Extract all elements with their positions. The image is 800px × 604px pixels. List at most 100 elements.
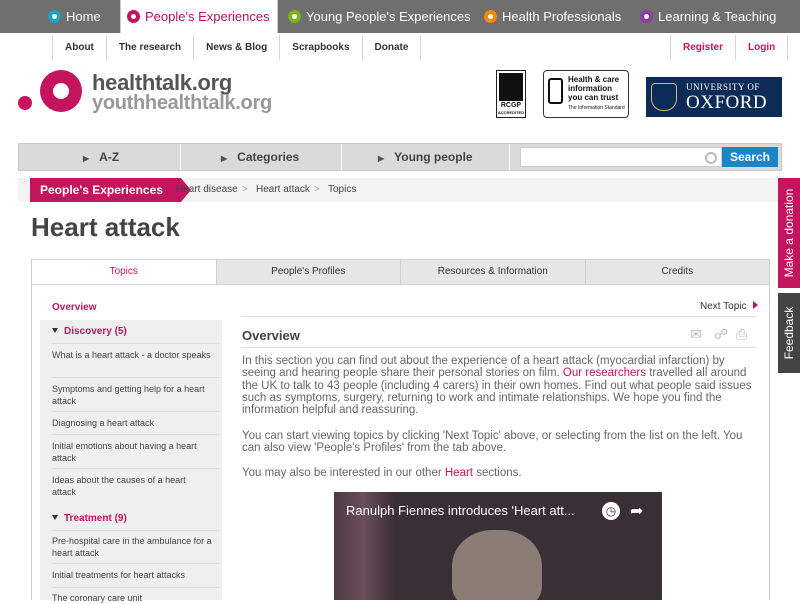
learning-teaching-dot-icon [640, 10, 653, 23]
print-icon[interactable]: ⎙ [736, 326, 747, 343]
divider [52, 343, 220, 344]
oxford-line1: UNIVERSITY OF [686, 82, 760, 92]
divider [242, 347, 756, 348]
sidebar-item-ideas-causes[interactable]: Ideas about the causes of a heart attack [52, 474, 212, 498]
oxford-crest-icon [651, 83, 677, 111]
tab-home[interactable]: Home [42, 0, 120, 33]
triangle-right-icon: ▶ [221, 154, 228, 163]
link-about[interactable]: About [52, 35, 107, 60]
top-navigation: Home People's Experiences Young People's… [0, 0, 800, 33]
divider [52, 468, 220, 469]
sidebar-item-pre-hospital-care[interactable]: Pre-hospital care in the ambulance for a… [52, 535, 212, 559]
sidebar-section-treatment[interactable]: Treatment (9) [52, 513, 127, 524]
browse-a-z[interactable]: ▶ A-Z [19, 144, 181, 170]
related-text-a: You may also be interested in our other [242, 467, 445, 479]
tab-health-professionals[interactable]: Health Professionals [478, 0, 630, 33]
breadcrumb-peoples-experiences[interactable]: People's Experiences [30, 178, 191, 202]
link-login[interactable]: Login [736, 35, 789, 60]
secondary-navigation: About The research News & Blog Scrapbook… [52, 35, 422, 60]
information-standard-sub-label: The Information Standard [568, 105, 625, 111]
link-news-blog[interactable]: News & Blog [194, 35, 281, 60]
video-player[interactable]: Ranulph Fiennes introduces 'Heart att...… [334, 492, 662, 600]
tab-credits[interactable]: Credits [586, 260, 770, 284]
related-text-b: sections. [473, 467, 522, 479]
tab-label: Health Professionals [502, 9, 622, 24]
topics-sidebar: Overview Discovery (5) What is a heart a… [40, 296, 232, 603]
information-standard-icon [548, 78, 563, 104]
next-topic-link[interactable]: Next Topic [700, 301, 758, 312]
link-scrapbooks[interactable]: Scrapbooks [280, 35, 363, 60]
information-standard-badge: Health & care information you can trust … [543, 70, 629, 118]
tab-peoples-profiles[interactable]: People's Profiles [217, 260, 401, 284]
video-thumbnail-person [452, 530, 542, 600]
sidebar-item-overview[interactable]: Overview [40, 296, 232, 320]
section-heading: Overview [242, 328, 300, 343]
make-a-donation-tab[interactable]: Make a donation [778, 178, 800, 288]
tab-topics[interactable]: Topics [32, 260, 217, 284]
tab-label: People's Experiences [145, 9, 270, 24]
browse-categories[interactable]: ▶ Categories [181, 144, 342, 170]
browse-young-people-label: Young people [394, 150, 473, 164]
divider [52, 411, 220, 412]
information-standard-label: Health & care information you can trust [568, 75, 620, 102]
triangle-right-icon: ▶ [378, 154, 385, 163]
share-tools: ✉ ☍ ⎙ [690, 326, 756, 344]
link-register[interactable]: Register [670, 35, 737, 60]
share-icon[interactable]: ☍ [714, 326, 728, 343]
email-icon[interactable]: ✉ [690, 326, 702, 343]
sidebar-item-diagnosing[interactable]: Diagnosing a heart attack [52, 417, 212, 429]
breadcrumb-separator-icon: > [242, 184, 248, 195]
link-the-research[interactable]: The research [107, 35, 195, 60]
divider [242, 316, 756, 317]
watch-later-clock-icon[interactable]: ◷ [602, 502, 620, 520]
sidebar-item-coronary-care-unit[interactable]: The coronary care unit [52, 592, 212, 604]
browse-young-people[interactable]: ▶ Young people [342, 144, 510, 170]
instructions-paragraph: You can start viewing topics by clicking… [242, 430, 743, 455]
breadcrumb-heart-attack[interactable]: Heart attack [256, 178, 310, 202]
feedback-tab[interactable]: Feedback [778, 293, 800, 373]
breadcrumb: People's Experiences Heart disease > Hea… [18, 178, 778, 202]
search-button[interactable]: Search [722, 147, 778, 167]
page-title: Heart attack [31, 212, 180, 242]
divider [52, 530, 220, 531]
peoples-experiences-dot-icon [127, 10, 140, 23]
tab-young-peoples-experiences[interactable]: Young People's Experiences [282, 0, 476, 33]
divider [52, 377, 220, 378]
related-paragraph: You may also be interested in our other … [242, 467, 756, 479]
triangle-right-icon: ▶ [83, 154, 90, 163]
our-researchers-link[interactable]: Our researchers [563, 367, 646, 379]
health-professionals-dot-icon [484, 10, 497, 23]
video-title[interactable]: Ranulph Fiennes introduces 'Heart att... [346, 503, 575, 518]
tab-label: Home [66, 9, 101, 24]
young-people-dot-icon [288, 10, 301, 23]
sidebar-item-what-is-heart-attack[interactable]: What is a heart attack - a doctor speaks [52, 349, 212, 361]
breadcrumb-heart-disease[interactable]: Heart disease [176, 178, 238, 202]
rcgp-sub-label: ACCREDITED [497, 110, 525, 115]
sidebar-item-symptoms[interactable]: Symptoms and getting help for a heart at… [52, 383, 212, 407]
tab-label: Learning & Teaching [658, 9, 777, 24]
share-arrow-icon[interactable]: ➦ [630, 501, 643, 521]
home-dot-icon [48, 10, 61, 23]
breadcrumb-topics[interactable]: Topics [328, 178, 356, 202]
university-of-oxford-logo[interactable]: UNIVERSITY OF OXFORD [646, 77, 782, 117]
search-input[interactable] [520, 147, 722, 167]
rcgp-tick-icon [499, 73, 523, 101]
browse-search-bar: ▶ A-Z ▶ Categories ▶ Young people Search [18, 143, 782, 171]
tab-peoples-experiences[interactable]: People's Experiences [120, 0, 278, 33]
tab-label: Young People's Experiences [306, 9, 471, 24]
heart-sections-link[interactable]: Heart [445, 467, 473, 479]
breadcrumb-separator-icon: > [314, 184, 320, 195]
rcgp-label: RCGP [500, 102, 522, 109]
oxford-line2: OXFORD [686, 92, 768, 113]
divider [52, 563, 220, 564]
link-donate[interactable]: Donate [363, 35, 422, 60]
divider [52, 434, 220, 435]
tab-resources-information[interactable]: Resources & Information [401, 260, 586, 284]
sidebar-item-initial-treatments[interactable]: Initial treatments for heart attacks [52, 569, 212, 581]
sidebar-item-initial-emotions[interactable]: Initial emotions about having a heart at… [52, 440, 212, 464]
browse-a-z-label: A-Z [99, 150, 120, 164]
tab-learning-teaching[interactable]: Learning & Teaching [634, 0, 780, 33]
donate-label: Make a donation [782, 188, 796, 278]
intro-paragraph: In this section you can find out about t… [242, 355, 756, 416]
sidebar-section-discovery[interactable]: Discovery (5) [52, 326, 127, 337]
